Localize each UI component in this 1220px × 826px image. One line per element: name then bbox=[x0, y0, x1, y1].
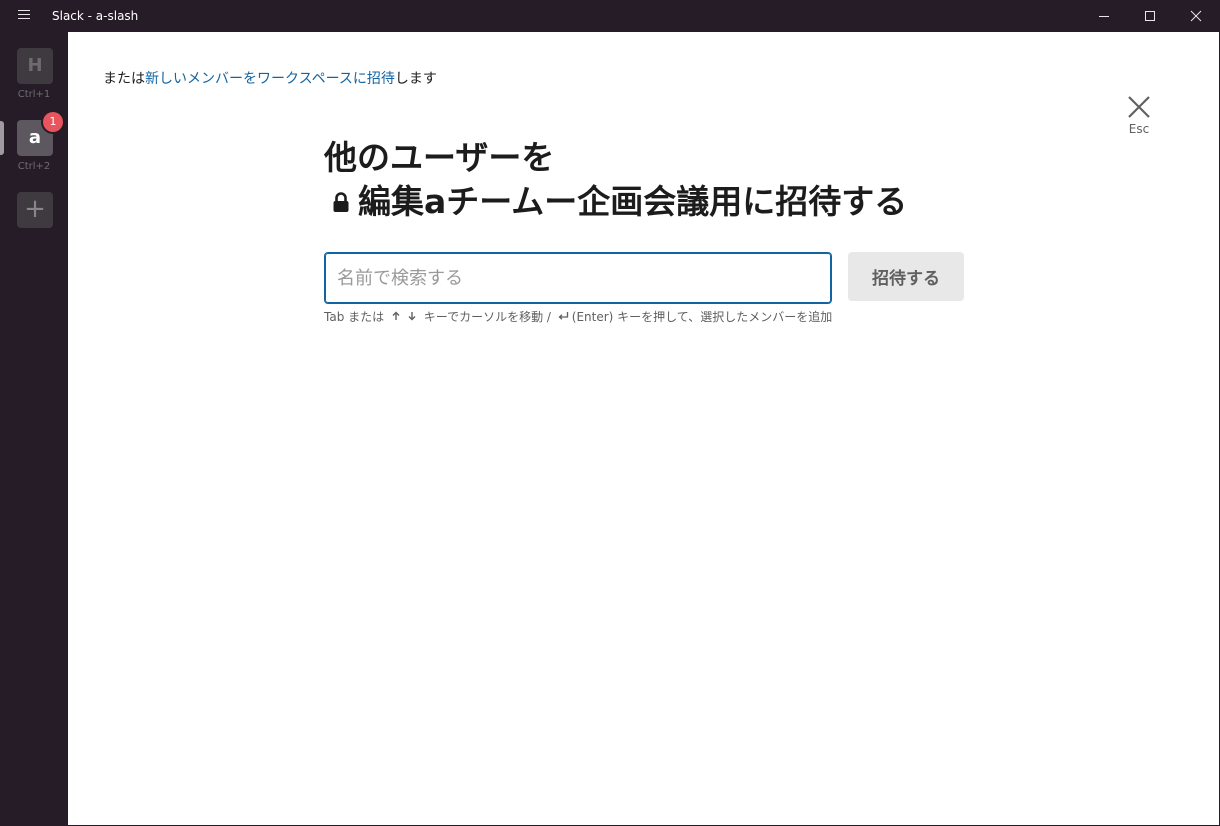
hamburger-icon[interactable] bbox=[18, 10, 30, 22]
window-close-button[interactable] bbox=[1173, 0, 1219, 32]
active-workspace-indicator bbox=[0, 121, 4, 155]
workspace-shortcut-label: Ctrl+2 bbox=[17, 161, 51, 172]
lock-icon bbox=[333, 192, 349, 212]
plus-icon: + bbox=[24, 194, 46, 224]
enter-key-icon bbox=[558, 312, 568, 320]
note-suffix: します bbox=[394, 71, 437, 87]
invite-button[interactable]: 招待する bbox=[848, 252, 964, 301]
note-prefix: または bbox=[103, 71, 145, 87]
workspace-rail: H Ctrl+1 a 1 Ctrl+2 + bbox=[0, 32, 68, 826]
invite-to-workspace-link[interactable]: 新しいメンバーをワークスペースに招待 bbox=[145, 71, 395, 87]
minimize-icon bbox=[1099, 16, 1109, 17]
modal-heading: 他のユーザーを 編集aチームー企画会議用に招待する bbox=[324, 136, 1024, 224]
heading-line-1: 他のユーザーを bbox=[324, 138, 555, 177]
keyboard-hint: Tab または キーでカーソルを移動 / (Enter) キーを押して、選択した… bbox=[324, 308, 834, 327]
esc-label: Esc bbox=[1128, 122, 1150, 136]
add-workspace-button[interactable]: + bbox=[17, 192, 53, 228]
workspace-shortcut-label: Ctrl+1 bbox=[17, 89, 51, 100]
maximize-button[interactable] bbox=[1127, 0, 1173, 32]
window-title: Slack - a-slash bbox=[52, 9, 139, 23]
invite-to-workspace-note: または新しいメンバーをワークスペースに招待します bbox=[103, 68, 437, 88]
hint-text-2: キーでカーソルを移動 / bbox=[423, 310, 551, 324]
heading-line-2: 編集aチームー企画会議用に招待する bbox=[324, 180, 1024, 224]
minimize-button[interactable] bbox=[1081, 0, 1127, 32]
maximize-icon bbox=[1145, 11, 1155, 21]
notification-badge: 1 bbox=[43, 112, 63, 132]
channel-name: 編集aチームー企画会議用に招待する bbox=[358, 182, 908, 221]
hint-text-1: Tab または bbox=[324, 310, 385, 324]
arrow-down-icon bbox=[408, 312, 416, 321]
hint-text-3: (Enter) キーを押して、選択したメンバーを追加 bbox=[571, 310, 833, 324]
member-search-input[interactable] bbox=[324, 252, 832, 304]
modal-close-button[interactable] bbox=[1126, 94, 1152, 120]
title-bar: Slack - a-slash bbox=[0, 0, 1220, 32]
workspace-switcher-h[interactable]: H bbox=[17, 48, 53, 84]
arrow-up-icon bbox=[392, 311, 400, 320]
close-icon bbox=[1190, 10, 1202, 22]
invite-modal: または新しいメンバーをワークスペースに招待します Esc 他のユーザーを 編集a… bbox=[68, 32, 1219, 825]
